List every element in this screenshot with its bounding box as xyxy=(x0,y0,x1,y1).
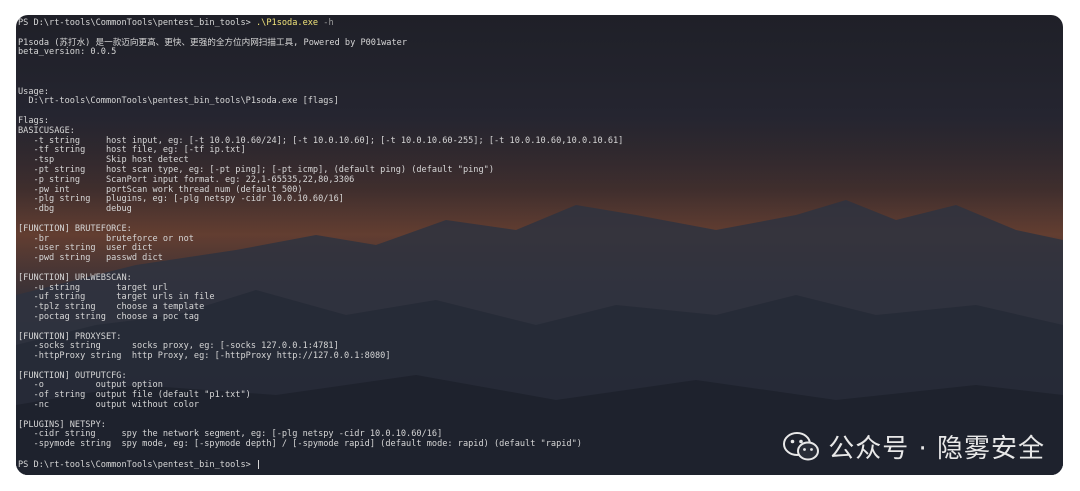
output-line: P1soda (苏打水) 是一款迈向更高、更快、更强的全方位内网扫描工具, Po… xyxy=(18,37,408,48)
prompt-line: PS D:\rt-tools\CommonTools\pentest_bin_t… xyxy=(18,18,1063,29)
output-line: -httpProxy string http Proxy, eg: [-http… xyxy=(18,351,391,362)
output-line: -dbg debug xyxy=(18,204,132,215)
output-line: -user string user dict xyxy=(18,243,153,254)
output-line: D:\rt-tools\CommonTools\pentest_bin_tool… xyxy=(18,96,339,107)
prompt-prefix: PS D:\rt-tools\CommonTools\pentest_bin_t… xyxy=(18,18,256,28)
command-argument: -h xyxy=(318,18,334,28)
watermark-text: 公众号 · 隐雾安全 xyxy=(828,434,1045,464)
output-line: -poctag string choose a poc tag xyxy=(18,311,200,322)
output-line: beta_version: 0.0.5 xyxy=(18,47,117,58)
text-cursor[interactable] xyxy=(258,459,259,469)
terminal-window[interactable]: PS D:\rt-tools\CommonTools\pentest_bin_t… xyxy=(16,15,1063,475)
terminal-output[interactable]: PS D:\rt-tools\CommonTools\pentest_bin_t… xyxy=(18,18,1063,475)
output-line: -pwd string passwd dict xyxy=(18,253,163,264)
command-text: .\P1soda.exe xyxy=(256,18,319,28)
watermark: 公众号 · 隐雾安全 xyxy=(782,428,1045,465)
output-line: -br bruteforce or not xyxy=(18,233,194,244)
output-line: [FUNCTION] OUTPUTCFG: xyxy=(18,370,127,381)
output-line: -nc output without color xyxy=(18,400,200,411)
output-line: -plg string plugins, eg: [-plg netspy -c… xyxy=(18,194,344,205)
prompt-prefix: PS D:\rt-tools\CommonTools\pentest_bin_t… xyxy=(18,459,256,470)
output-line: [FUNCTION] URLWEBSCAN: xyxy=(18,272,132,283)
wechat-icon xyxy=(783,431,820,460)
output-line: Flags: xyxy=(18,115,50,126)
